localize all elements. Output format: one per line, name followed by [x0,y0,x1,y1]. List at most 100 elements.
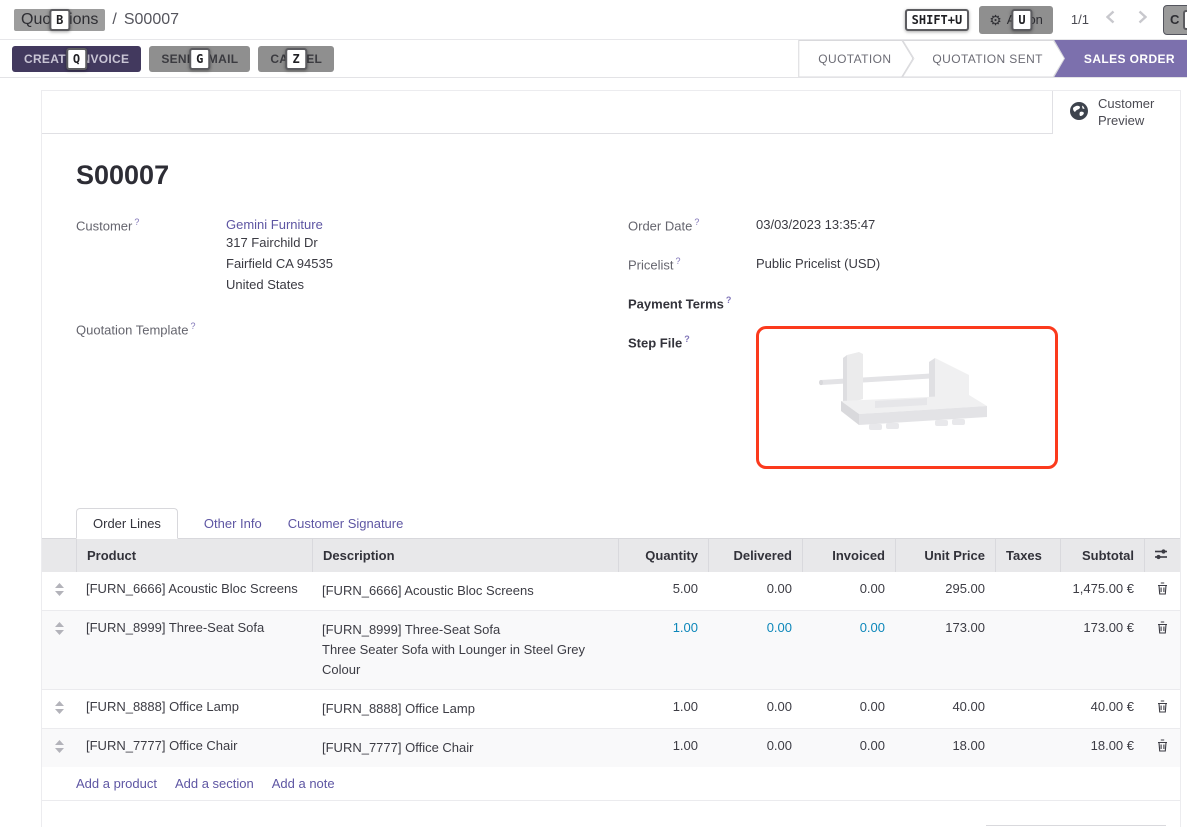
add-a-note-link[interactable]: Add a note [272,776,335,791]
table-header-row: Product Description Quantity Delivered I… [42,539,1180,572]
cell-description[interactable]: [FURN_6666] Acoustic Bloc Screens [312,572,618,610]
cell-invoiced[interactable]: 0.00 [802,690,895,728]
add-a-section-link[interactable]: Add a section [175,776,254,791]
pager-previous-button[interactable] [1099,9,1121,31]
step-file-preview[interactable] [756,326,1058,469]
cell-quantity[interactable]: 1.00 [618,611,708,689]
cell-delivered[interactable]: 0.00 [708,572,802,610]
field-order-date: Order Date? 03/03/2023 13:35:47 [628,215,1180,245]
quotation-template-field-label: Quotation Template? [76,319,226,337]
add-a-product-link[interactable]: Add a product [76,776,157,791]
pricelist-field-value[interactable]: Public Pricelist (USD) [756,254,880,284]
cell-description[interactable]: [FURN_8888] Office Lamp [312,690,618,728]
action-menu-button[interactable]: ⚙ Action U [979,6,1053,34]
cell-quantity[interactable]: 1.00 [618,729,708,767]
cell-quantity[interactable]: 5.00 [618,572,708,610]
customer-link[interactable]: Gemini Furniture [226,217,323,232]
cell-taxes[interactable] [995,729,1060,767]
column-header-delivered[interactable]: Delivered [708,539,802,572]
order-line-row[interactable]: [FURN_7777] Office Chair [FURN_7777] Off… [42,728,1180,767]
tab-order-lines[interactable]: Order Lines [76,508,178,539]
cell-invoiced[interactable]: 0.00 [802,729,895,767]
cell-subtotal: 173.00 € [1060,611,1144,689]
notebook-tabs: Order Lines Other Info Customer Signatur… [76,508,1180,538]
header-buttons: CREATE INVOICE Q SEND EMAIL G CANCEL Z [12,46,334,72]
status-step-sales-order[interactable]: SALES ORDER [1054,40,1187,78]
cell-quantity[interactable]: 1.00 [618,690,708,728]
cell-subtotal: 18.00 € [1060,729,1144,767]
cell-product[interactable]: [FURN_7777] Office Chair [76,729,312,767]
column-header-description[interactable]: Description [312,539,618,572]
delete-row-button[interactable] [1144,611,1180,689]
field-group-left: Customer? Gemini Furniture 317 Fairchild… [76,215,628,478]
cell-unit-price[interactable]: 295.00 [895,572,995,610]
field-group-right: Order Date? 03/03/2023 13:35:47 Pricelis… [628,215,1180,478]
help-question-mark: ? [694,217,699,227]
status-step-label: QUOTATION [818,52,891,66]
column-header-taxes[interactable]: Taxes [995,539,1060,572]
keyboard-hint-clipped [1183,10,1187,30]
column-header-subtotal[interactable]: Subtotal [1060,539,1144,572]
cell-delivered[interactable]: 0.00 [708,729,802,767]
cell-unit-price[interactable]: 173.00 [895,611,995,689]
column-header-invoiced[interactable]: Invoiced [802,539,895,572]
cell-taxes[interactable] [995,572,1060,610]
drag-handle-icon[interactable] [42,611,76,689]
cell-product[interactable]: [FURN_6666] Acoustic Bloc Screens [76,572,312,610]
drag-handle-icon[interactable] [42,729,76,767]
status-step-quotation-sent[interactable]: QUOTATION SENT [902,40,1065,78]
cell-invoiced[interactable]: 0.00 [802,572,895,610]
breadcrumb: Quotations B / S00007 [14,9,179,31]
order-line-row[interactable]: [FURN_8999] Three-Seat Sofa [FURN_8999] … [42,610,1180,689]
cell-delivered[interactable]: 0.00 [708,690,802,728]
customer-preview-button[interactable]: Customer Preview [1052,91,1180,134]
delete-row-button[interactable] [1144,572,1180,610]
trash-icon [1157,739,1168,755]
help-question-mark: ? [684,334,690,344]
keyboard-hint-shift-u: SHIFT+U [905,9,970,31]
tab-other-info[interactable]: Other Info [204,509,262,538]
order-line-row[interactable]: [FURN_6666] Acoustic Bloc Screens [FURN_… [42,572,1180,610]
help-question-mark: ? [134,217,139,227]
status-step-quotation[interactable]: QUOTATION [798,40,913,78]
delete-row-button[interactable] [1144,690,1180,728]
column-header-product[interactable]: Product [76,539,312,572]
cell-delivered[interactable]: 0.00 [708,611,802,689]
cell-unit-price[interactable]: 18.00 [895,729,995,767]
cell-invoiced[interactable]: 0.00 [802,611,895,689]
status-step-label: SALES ORDER [1084,52,1175,66]
breadcrumb-separator: / [112,11,116,29]
breadcrumb-quotations[interactable]: Quotations B [14,9,105,31]
order-line-row[interactable]: [FURN_8888] Office Lamp [FURN_8888] Offi… [42,689,1180,728]
keyboard-hint-b: B [49,9,70,31]
cell-taxes[interactable] [995,690,1060,728]
cell-description[interactable]: [FURN_8999] Three-Seat Sofa Three Seater… [312,611,618,689]
edge-clipped-button[interactable]: C [1163,5,1187,35]
send-email-button[interactable]: SEND EMAIL G [149,46,250,72]
tab-customer-signature[interactable]: Customer Signature [288,509,404,538]
order-date-field-value[interactable]: 03/03/2023 13:35:47 [756,215,875,245]
keyboard-hint-z: Z [285,48,307,70]
field-customer: Customer? Gemini Furniture 317 Fairchild… [76,215,628,295]
keyboard-hint-q: Q [66,48,88,70]
smart-button-box: Customer Preview [42,91,1180,134]
create-invoice-button[interactable]: CREATE INVOICE Q [12,46,141,72]
pager-next-button[interactable] [1131,9,1153,31]
column-header-unit-price[interactable]: Unit Price [895,539,995,572]
optional-columns-button[interactable] [1144,539,1180,572]
cell-product[interactable]: [FURN_8888] Office Lamp [76,690,312,728]
field-pricelist: Pricelist? Public Pricelist (USD) [628,254,1180,284]
cell-unit-price[interactable]: 40.00 [895,690,995,728]
drag-handle-icon[interactable] [42,690,76,728]
cell-description[interactable]: [FURN_7777] Office Chair [312,729,618,767]
delete-row-button[interactable] [1144,729,1180,767]
cancel-button[interactable]: CANCEL Z [258,46,334,72]
drag-handle-icon[interactable] [42,572,76,610]
form-sheet: Customer Preview S00007 Customer? Gemini… [41,90,1181,827]
cell-product[interactable]: [FURN_8999] Three-Seat Sofa [76,611,312,689]
sheet-footer: Terms and conditions... Total: 1,706.00 … [42,801,1180,827]
handle-column-header [42,539,76,572]
column-header-quantity[interactable]: Quantity [618,539,708,572]
cell-taxes[interactable] [995,611,1060,689]
cell-subtotal: 1,475.00 € [1060,572,1144,610]
